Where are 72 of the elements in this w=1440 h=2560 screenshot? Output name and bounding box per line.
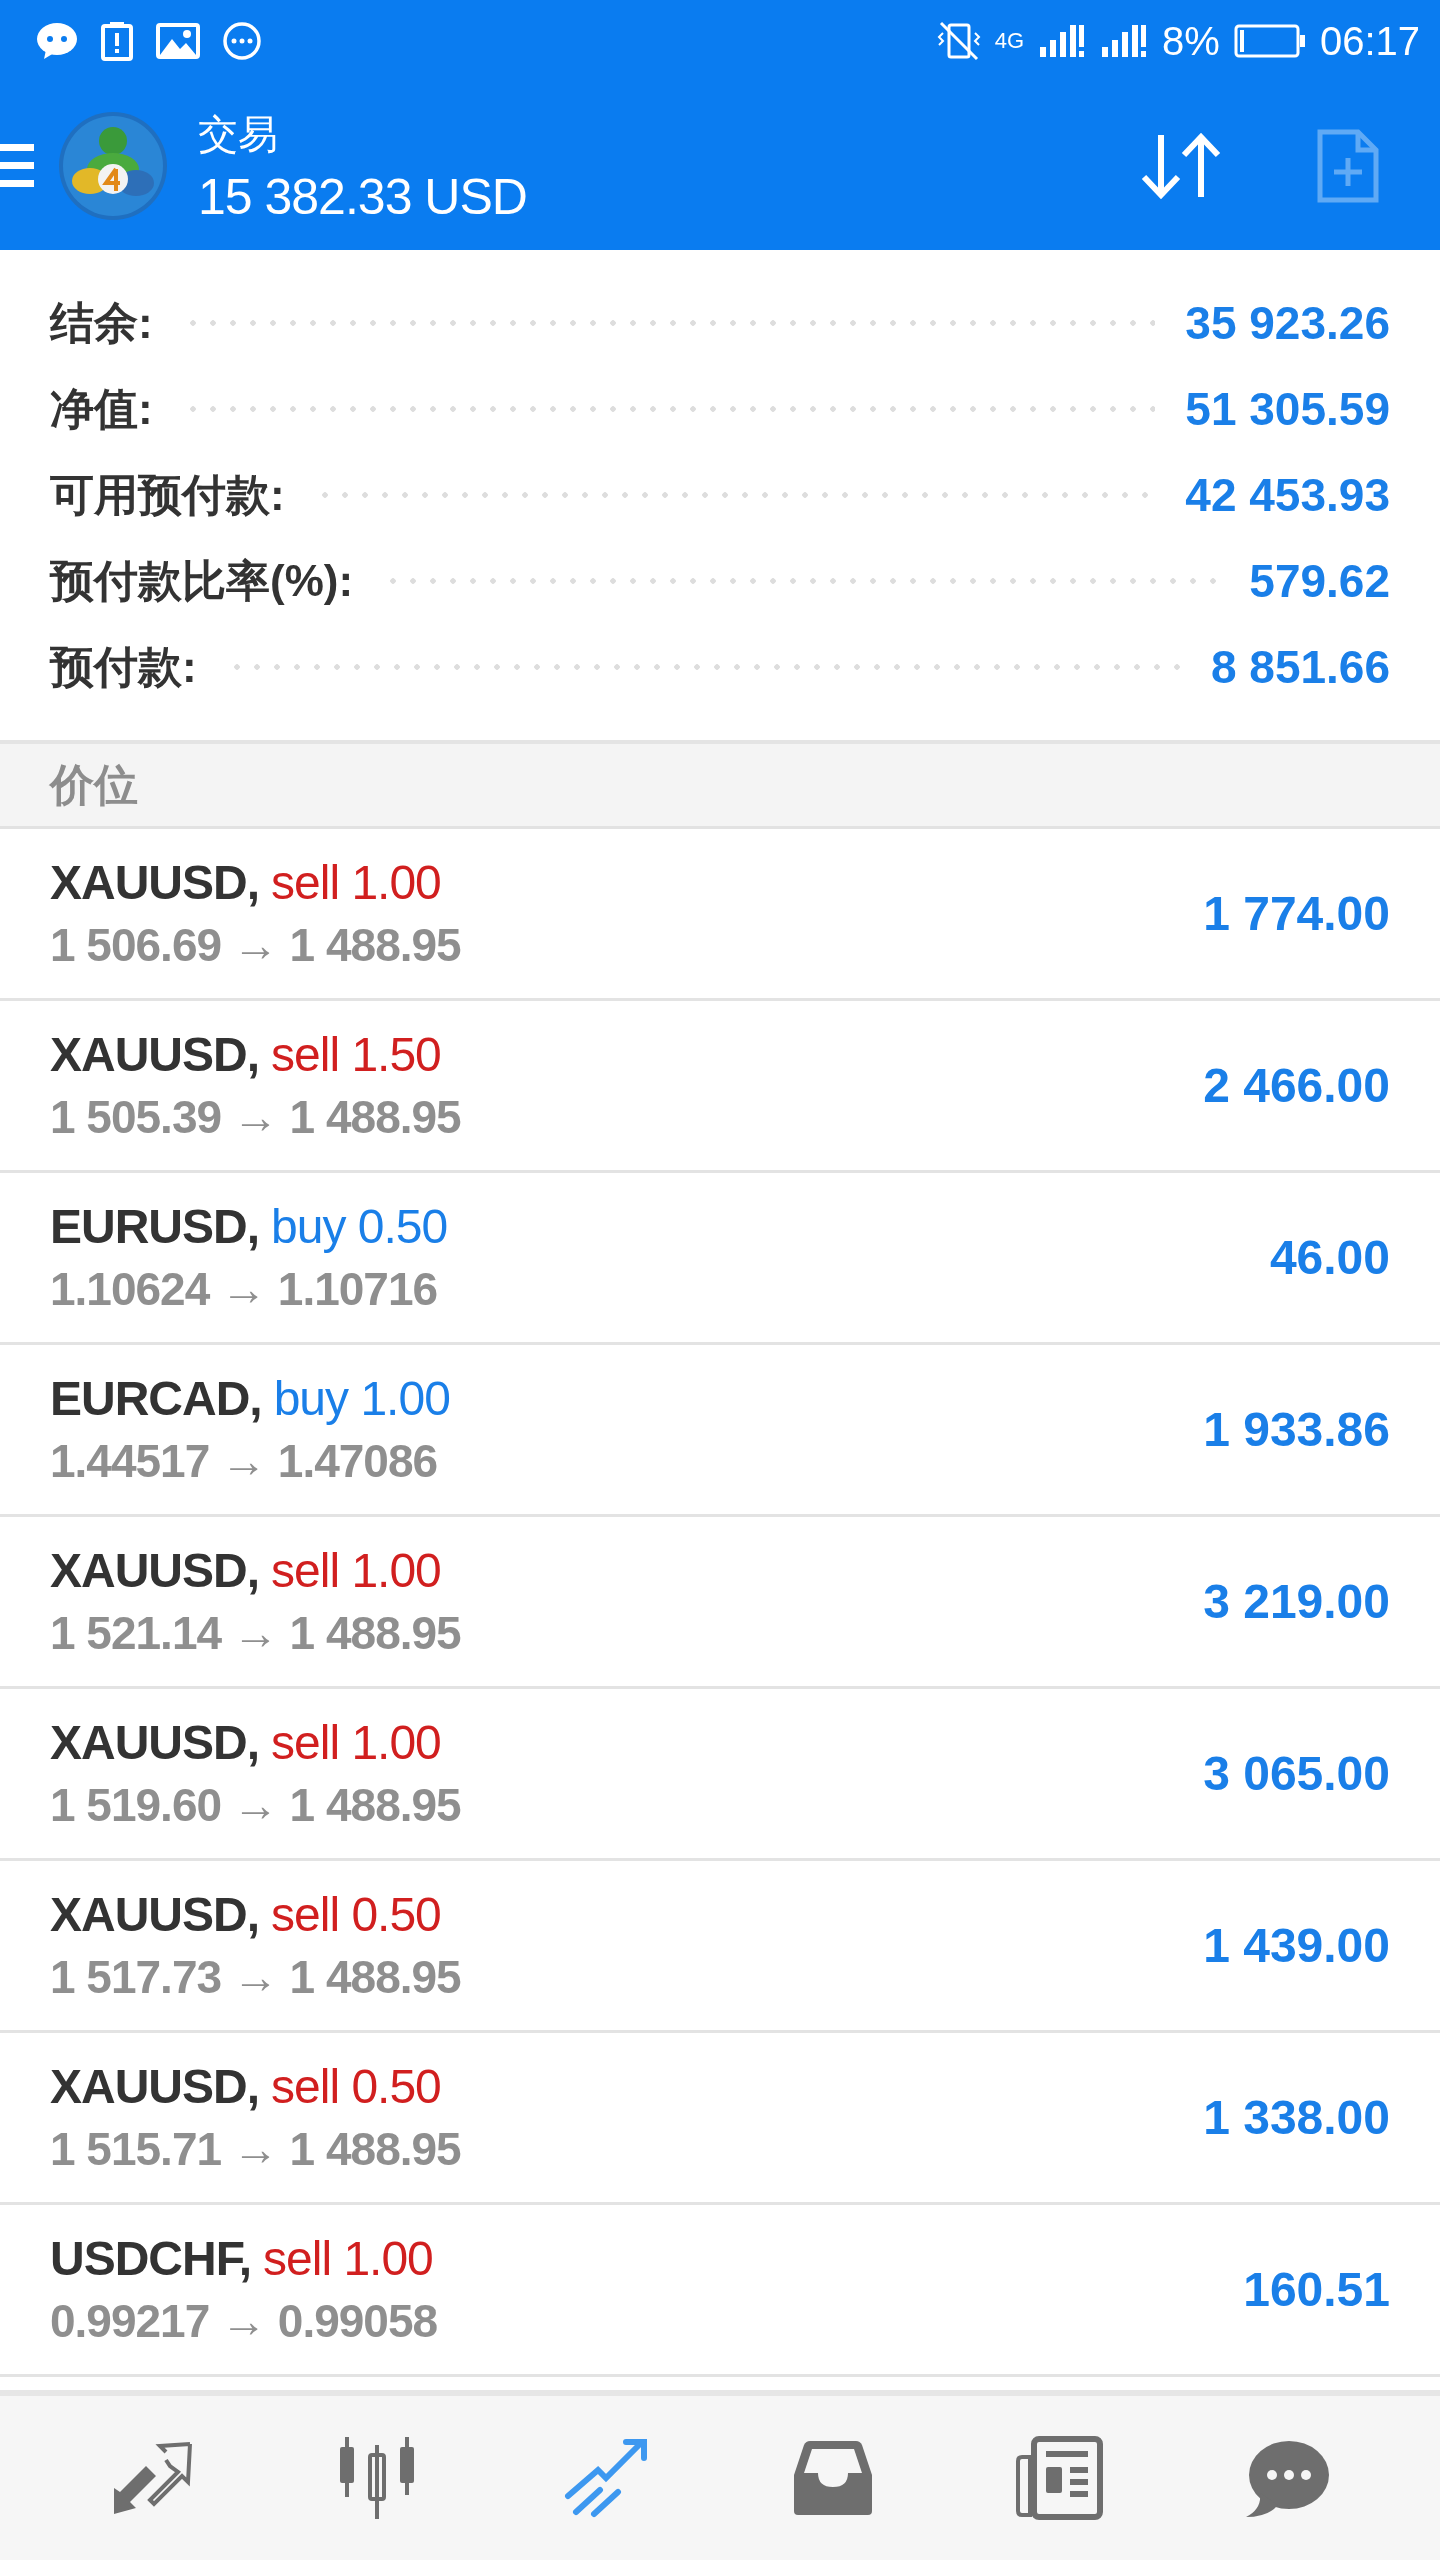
summary-value: 51 305.59 [1185, 382, 1390, 436]
position-row[interactable]: XAUUSD, sell 1.50 1 505.39 → 1 488.95 2 466.00 [0, 1001, 1440, 1173]
price-change: 1 506.69 → 1 488.95 [50, 918, 461, 972]
signal-icon [1100, 23, 1149, 59]
order-type: sell 1.00 [263, 2231, 433, 2286]
position-row[interactable]: XAUUSD, sell 0.50 1 517.73 → 1 488.95 1 439.00 [0, 1861, 1440, 2033]
screen-title: 交易 [198, 110, 279, 158]
trend-up-icon[interactable] [564, 2438, 650, 2518]
position-row[interactable]: XAUUSD, sell 0.50 1 515.71 → 1 488.95 1 338.00 [0, 2033, 1440, 2205]
summary-value: 579.62 [1249, 554, 1390, 608]
summary-label: 可用预付款: [50, 468, 285, 521]
order-type: sell 1.00 [271, 1715, 441, 1770]
price-change: 1 505.39 → 1 488.95 [50, 1090, 461, 1144]
price-change: 1 515.71 → 1 488.95 [50, 2122, 461, 2176]
app-logo-icon [58, 111, 168, 221]
position-symbol: XAUUSD, [50, 1887, 260, 1942]
newspaper-icon[interactable] [1016, 2435, 1104, 2521]
position-profit: 160.51 [1243, 2262, 1390, 2317]
account-balance: 15 382.33 USD [198, 167, 528, 226]
position-row[interactable]: EURCAD, buy 1.00 1.44517 → 1.47086 1 933.86 [0, 1345, 1440, 1517]
network-type: 4G [994, 28, 1025, 54]
order-type: sell 1.00 [271, 1543, 441, 1598]
summary-value: 42 453.93 [1185, 468, 1390, 522]
position-profit: 1 774.00 [1203, 886, 1390, 941]
position-profit: 1 439.00 [1203, 1918, 1390, 1973]
position-profit: 2 466.00 [1203, 1058, 1390, 1113]
signal-icon [1038, 23, 1087, 59]
battery-percent: 8% [1162, 18, 1220, 64]
position-row[interactable]: XAUUSD, sell 1.00 1 506.69 → 1 488.95 1 774.00 [0, 829, 1440, 1001]
price-change: 1.10624 → 1.10716 [50, 1262, 439, 1316]
price-change: 0.99217 → 0.99058 [50, 2294, 438, 2348]
summary-label: 结余: [50, 296, 153, 349]
alert-icon [100, 21, 134, 61]
position-profit: 3 065.00 [1203, 1746, 1390, 1801]
chat-bubble-icon [36, 22, 78, 60]
price-change: 1 519.60 → 1 488.95 [50, 1778, 461, 1832]
price-change: 1.44517 → 1.47086 [50, 1434, 439, 1488]
order-type: buy 1.00 [273, 1371, 450, 1426]
summary-value: 35 923.26 [1185, 296, 1390, 350]
section-title: 价位 [50, 758, 138, 811]
image-icon [156, 23, 200, 59]
clock: 06:17 [1319, 18, 1420, 64]
position-symbol: EURCAD, [50, 1371, 262, 1426]
position-symbol: XAUUSD, [50, 855, 260, 910]
order-type: buy 0.50 [271, 1199, 448, 1254]
price-change: 1 521.14 → 1 488.95 [50, 1606, 461, 1660]
summary-label: 预付款比率(%): [50, 554, 354, 607]
position-row[interactable]: EURUSD, buy 0.50 1.10624 → 1.10716 46.00 [0, 1173, 1440, 1345]
position-symbol: XAUUSD, [50, 1715, 260, 1770]
order-type: sell 0.50 [271, 1887, 441, 1942]
position-row[interactable]: USDCHF, sell 1.00 0.99217 → 0.99058 160.51 [0, 2205, 1440, 2377]
position-symbol: EURUSD, [50, 1199, 260, 1254]
position-profit: 1 338.00 [1203, 2090, 1390, 2145]
summary-label: 预付款: [50, 640, 197, 693]
order-type: sell 1.50 [271, 1027, 441, 1082]
position-symbol: USDCHF, [50, 2231, 251, 2286]
order-type: sell 1.00 [271, 855, 441, 910]
position-symbol: XAUUSD, [50, 1543, 260, 1598]
position-symbol: XAUUSD, [50, 1027, 260, 1082]
more-circle-icon [222, 21, 262, 61]
summary-value: 8 851.66 [1210, 640, 1390, 694]
position-profit: 3 219.00 [1203, 1574, 1390, 1629]
order-type: sell 0.50 [271, 2059, 441, 2114]
vibrate-off-icon [936, 21, 981, 61]
position-profit: 46.00 [1269, 1230, 1390, 1285]
position-profit: 1 933.86 [1203, 1402, 1390, 1457]
position-symbol: XAUUSD, [50, 2059, 260, 2114]
price-change: 1 517.73 → 1 488.95 [50, 1950, 461, 2004]
position-row[interactable]: XAUUSD, sell 1.00 1 519.60 → 1 488.95 3 065.00 [0, 1689, 1440, 1861]
position-row[interactable]: XAUUSD, sell 1.00 1 521.14 → 1 488.95 3 219.00 [0, 1517, 1440, 1689]
summary-label: 净值: [50, 382, 153, 435]
battery-icon [1233, 24, 1306, 58]
